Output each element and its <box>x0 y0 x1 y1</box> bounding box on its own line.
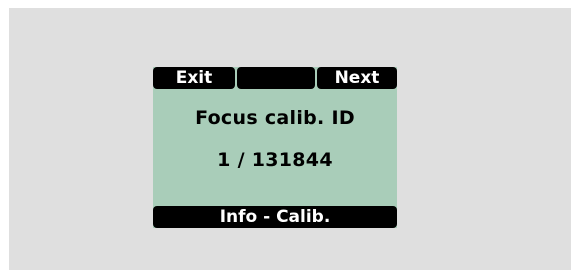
status-bar: Info - Calib. <box>153 206 397 228</box>
middle-softkey[interactable] <box>237 67 315 89</box>
screen-title: Focus calib. ID <box>195 107 355 129</box>
softkey-bar: Exit Next <box>153 67 397 89</box>
device-panel: Exit Next Focus calib. ID 1 / 131844 Inf… <box>9 8 571 270</box>
next-softkey[interactable]: Next <box>317 67 397 89</box>
lcd-screen: Exit Next Focus calib. ID 1 / 131844 Inf… <box>153 67 397 228</box>
exit-softkey[interactable]: Exit <box>153 67 235 89</box>
calibration-id-value: 1 / 131844 <box>217 149 333 171</box>
